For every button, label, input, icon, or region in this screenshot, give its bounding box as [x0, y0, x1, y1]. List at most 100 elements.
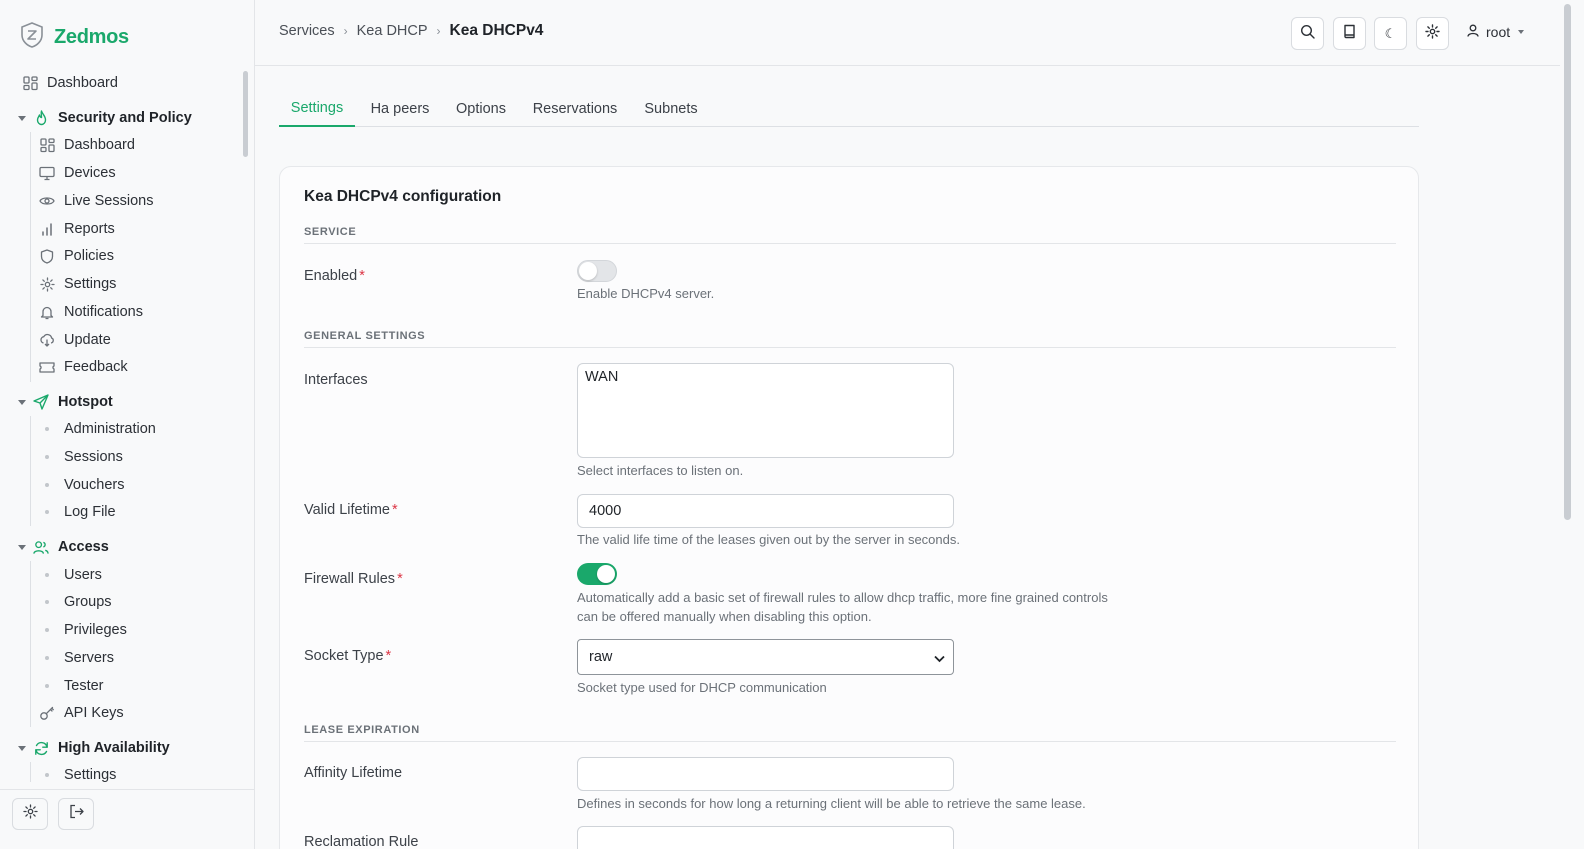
chevron-down-icon — [934, 651, 945, 667]
socket-type-help: Socket type used for DHCP communication — [577, 680, 827, 695]
sidebar-group-label: Security and Policy — [58, 110, 192, 126]
config-card: Kea DHCPv4 configuration SERVICE Enabled… — [279, 166, 1419, 849]
tab-options[interactable]: Options — [455, 90, 507, 127]
tab-settings[interactable]: Settings — [279, 90, 355, 127]
breadcrumb-item[interactable]: Services — [279, 23, 335, 39]
interfaces-help: Select interfaces to listen on. — [577, 463, 744, 478]
bullet-icon — [45, 600, 49, 604]
sidebar-item-label: API Keys — [64, 705, 124, 721]
settings-button[interactable] — [12, 798, 48, 830]
firewall-rules-toggle[interactable] — [577, 563, 617, 585]
users-icon — [33, 539, 49, 555]
sidebar-item-label: Reports — [64, 221, 115, 237]
chevron-down-icon — [18, 399, 26, 405]
sidebar-item-api-keys[interactable]: API Keys — [39, 700, 250, 726]
sidebar-item-dashboard[interactable]: Dashboard — [22, 70, 250, 96]
gear-icon — [1425, 23, 1440, 44]
search-button[interactable] — [1291, 17, 1324, 50]
sidebar-item-groups[interactable]: Groups — [39, 589, 250, 615]
sidebar-item-feedback[interactable]: Feedback — [39, 354, 250, 380]
chevron-right-icon: › — [343, 24, 348, 38]
breadcrumb: Services › Kea DHCP › Kea DHCPv4 — [279, 22, 543, 40]
tab-subnets[interactable]: Subnets — [643, 90, 699, 127]
enabled-toggle[interactable] — [577, 260, 617, 282]
breadcrumb-item[interactable]: Kea DHCP — [357, 23, 428, 39]
sidebar-group-security-and-policy[interactable]: Security and Policy — [18, 105, 250, 131]
header-settings-button[interactable] — [1416, 17, 1449, 50]
interfaces-selected-value[interactable]: WAN — [585, 369, 618, 385]
interfaces-multiselect[interactable]: WAN — [577, 363, 954, 458]
sidebar-item-administration[interactable]: Administration — [39, 416, 250, 442]
sidebar-item-tester[interactable]: Tester — [39, 673, 250, 699]
sidebar-item-policies[interactable]: Policies — [39, 243, 250, 269]
sidebar-item-notifications[interactable]: Notifications — [39, 299, 250, 325]
bullet-icon — [45, 510, 49, 514]
input-value: 4000 — [589, 503, 622, 519]
tab-reservations[interactable]: Reservations — [533, 90, 618, 127]
book-icon — [1343, 24, 1356, 44]
grid-icon — [39, 137, 55, 153]
field-label-text: Firewall Rules — [304, 571, 396, 587]
affinity-lifetime-label: Affinity Lifetime — [304, 765, 403, 781]
required-marker: * — [391, 502, 398, 518]
sidebar-item-settings[interactable]: Settings — [39, 271, 250, 297]
bullet-icon — [45, 628, 49, 632]
sidebar-group-high-availability[interactable]: High Availability — [18, 735, 250, 761]
sidebar-item-update[interactable]: Update — [39, 327, 250, 353]
logout-button[interactable] — [58, 798, 94, 830]
required-marker: * — [385, 648, 392, 664]
sidebar-item-label: Live Sessions — [64, 193, 154, 209]
firewall-rules-help: Automatically add a basic set of firewal… — [577, 588, 1108, 626]
app-root: Zedmos Dashboard Security and Policy Das… — [0, 0, 1584, 849]
help-line: can be offered manually when disabling t… — [577, 609, 872, 624]
tab-ha-peers[interactable]: Ha peers — [369, 90, 431, 127]
bullet-icon — [45, 455, 49, 459]
sidebar-item-label: Vouchers — [64, 477, 125, 493]
sidebar-item-vouchers[interactable]: Vouchers — [39, 472, 250, 498]
select-value: raw — [589, 649, 613, 665]
bullet-icon — [45, 427, 49, 431]
valid-lifetime-input[interactable]: 4000 — [577, 494, 954, 528]
bell-icon — [39, 304, 55, 320]
enabled-help: Enable DHCPv4 server. — [577, 286, 715, 301]
sidebar-item-devices[interactable]: Devices — [39, 160, 250, 186]
socket-type-select[interactable]: raw — [577, 639, 954, 675]
sidebar-group-access[interactable]: Access — [18, 534, 250, 560]
sidebar-item-servers[interactable]: Servers — [39, 645, 250, 671]
page-scrollbar[interactable] — [1560, 0, 1584, 849]
moon-icon: ☾ — [1384, 25, 1397, 41]
sidebar-item-label: Notifications — [64, 304, 143, 320]
bar-chart-icon — [39, 221, 55, 237]
caret-down-icon — [1518, 30, 1525, 34]
sidebar-item-privileges[interactable]: Privileges — [39, 617, 250, 643]
brand[interactable]: Zedmos — [20, 22, 129, 53]
chevron-right-icon: › — [436, 24, 441, 38]
toggle-knob — [579, 262, 597, 280]
sidebar-item-reports[interactable]: Reports — [39, 216, 250, 242]
sidebar-item-users[interactable]: Users — [39, 562, 250, 588]
sidebar-item-sp-dashboard[interactable]: Dashboard — [39, 132, 250, 158]
affinity-lifetime-input[interactable] — [577, 757, 954, 791]
field-label-text: Valid Lifetime — [304, 502, 390, 518]
sidebar-item-sessions[interactable]: Sessions — [39, 444, 250, 470]
send-icon — [33, 394, 49, 410]
theme-toggle-button[interactable]: ☾ — [1374, 17, 1407, 50]
chevron-down-icon — [18, 745, 26, 751]
user-menu[interactable]: root — [1467, 24, 1525, 40]
section-header-lease-expiration: LEASE EXPIRATION — [304, 724, 1396, 742]
bullet-icon — [45, 684, 49, 688]
sidebar-item-log-file[interactable]: Log File — [39, 499, 250, 525]
required-marker: * — [359, 268, 365, 284]
sidebar-item-live-sessions[interactable]: Live Sessions — [39, 188, 250, 214]
reclamation-input[interactable] — [577, 826, 954, 849]
firewall-rules-label: Firewall Rules * — [304, 571, 403, 587]
search-icon — [1300, 24, 1315, 44]
help-line: Automatically add a basic set of firewal… — [577, 590, 1108, 605]
sidebar-item-label: Devices — [64, 165, 116, 181]
sidebar-item-ha-settings[interactable]: Settings — [39, 762, 250, 782]
sidebar-nav: Dashboard Security and Policy Dashboard … — [0, 70, 250, 782]
page-scrollbar-thumb[interactable] — [1564, 4, 1571, 520]
docs-button[interactable] — [1333, 17, 1366, 50]
zedmos-logo-icon — [20, 22, 44, 53]
sidebar-group-hotspot[interactable]: Hotspot — [18, 389, 250, 415]
